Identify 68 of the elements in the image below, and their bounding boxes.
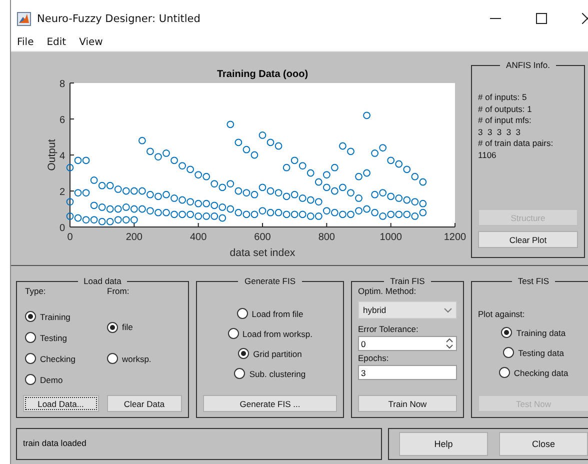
group-title: Load data: [82, 276, 122, 286]
y-tick-label: 4: [59, 151, 65, 162]
radio-option[interactable]: Load from worksp.: [228, 328, 312, 339]
maximize-icon[interactable]: [536, 13, 547, 24]
x-tick-label: 600: [254, 232, 271, 243]
radio-option[interactable]: Training data: [501, 327, 566, 338]
radio-option[interactable]: Load from file: [236, 308, 304, 319]
app-logo-icon: [17, 12, 31, 26]
group-title: Test FIS: [516, 276, 550, 286]
data-point: [363, 112, 370, 120]
y-tick-label: 6: [59, 115, 65, 126]
y-tick-label: 8: [59, 79, 65, 90]
x-tick-label: 1200: [444, 232, 466, 243]
train-now-button[interactable]: Train Now: [358, 395, 457, 412]
data-point: [66, 198, 74, 206]
radio-option[interactable]: Testing data: [503, 347, 564, 358]
panel-button[interactable]: Clear Plot: [478, 231, 578, 248]
menu-item[interactable]: File: [17, 37, 34, 51]
info-text: # of outputs: 1: [478, 104, 533, 114]
dialog-button[interactable]: Close: [499, 432, 588, 456]
chart-title: Training Data (ooo): [216, 69, 308, 80]
y-tick-label: 2: [59, 187, 65, 198]
plot-against-label: Plot against:: [478, 309, 526, 319]
window-title: Neuro-Fuzzy Designer: Untitled: [37, 12, 202, 24]
group-title: Generate FIS: [243, 276, 297, 286]
radio-option[interactable]: Checking data: [498, 367, 568, 378]
load-button[interactable]: Clear Data: [106, 395, 182, 412]
data-point: [226, 120, 234, 128]
info-text: # of inputs: 5: [478, 92, 528, 102]
x-tick-label: 1000: [380, 232, 402, 243]
menu-item[interactable]: Edit: [46, 37, 66, 51]
tolerance-field[interactable]: 0: [358, 336, 457, 351]
method-dropdown[interactable]: hybrid: [358, 301, 457, 319]
epochs-field[interactable]: 3: [358, 365, 457, 380]
epochs-label: Epochs:: [358, 353, 390, 363]
x-tick-label: 200: [126, 232, 142, 243]
radio-option[interactable]: Checking: [25, 353, 76, 364]
info-text: 1106: [478, 150, 498, 160]
dialog-button[interactable]: Help: [399, 432, 488, 456]
status-text: train data loaded: [23, 438, 86, 448]
tolerance-label: Error Tolerance:: [358, 324, 420, 334]
type-label: Type:: [25, 286, 47, 296]
x-tick-label: 0: [67, 232, 73, 243]
generate-fis-button[interactable]: Generate FIS ...: [203, 395, 337, 412]
x-axis-label: data set index: [230, 247, 296, 259]
radio-option[interactable]: Training: [25, 311, 70, 322]
info-text: 3 3 3 3 3: [478, 126, 522, 137]
radio-option[interactable]: file: [107, 322, 133, 332]
group-title: Train FIS: [389, 276, 426, 286]
radio-option[interactable]: Grid partition: [238, 348, 302, 359]
radio-option[interactable]: worksp.: [107, 353, 152, 364]
y-tick-label: 0: [59, 223, 65, 234]
y-axis-label: Output: [46, 139, 58, 171]
chevron-down-icon: [444, 308, 452, 312]
info-text: # of train data pairs:: [478, 138, 554, 148]
menu-item[interactable]: View: [79, 37, 103, 51]
load-button[interactable]: Load Data...: [23, 395, 98, 412]
data-point: [138, 136, 146, 144]
group-title: ANFIS Info.: [505, 60, 551, 70]
x-tick-label: 400: [190, 232, 207, 243]
spinner-icon[interactable]: [446, 338, 453, 349]
info-text: # of input mfs:: [478, 115, 532, 126]
radio-option[interactable]: Demo: [25, 374, 63, 385]
x-tick-label: 800: [318, 232, 335, 243]
method-label: Optim. Method:: [358, 286, 418, 296]
radio-option[interactable]: Testing: [25, 332, 67, 343]
radio-option[interactable]: Sub. clustering: [234, 368, 306, 379]
from-label: From:: [107, 286, 130, 296]
